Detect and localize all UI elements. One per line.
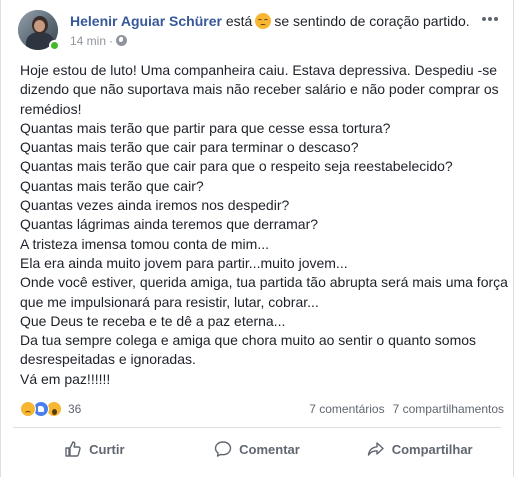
post-options-button[interactable]	[480, 12, 500, 26]
post-line: Quantas mais terão que cair para que o r…	[20, 158, 453, 175]
post-line: Ela era ainda muito jovem para partir...…	[20, 254, 348, 271]
post-line: Quantas mais terão que cair para termina…	[20, 139, 359, 156]
timestamp-link[interactable]: 14 min	[70, 34, 106, 48]
more-dot-icon	[494, 17, 498, 21]
sad-reaction-icon	[20, 401, 36, 417]
post-line: A tristeza imensa tomou conta de mim...	[20, 235, 269, 252]
feeling-text: se sentindo de coração partido.	[274, 13, 470, 29]
share-label: Compartilhar	[391, 441, 473, 457]
post-line: Da tua sempre colega e amiga que chora m…	[20, 332, 477, 368]
comment-label: Comentar	[239, 441, 300, 457]
feed-post: Helenir Aguiar Schürer está se sentindo d…	[0, 0, 514, 477]
like-button[interactable]: Curtir	[13, 432, 176, 466]
share-arrow-icon	[367, 442, 384, 456]
shares-count-link[interactable]: 7 compartilhamentos	[393, 402, 504, 416]
comment-bubble-icon	[214, 441, 232, 457]
post-title-line: Helenir Aguiar Schürer está se sentindo d…	[70, 12, 470, 30]
reaction-count: 36	[68, 402, 82, 416]
like-label: Curtir	[89, 441, 125, 457]
more-dot-icon	[488, 17, 492, 21]
post-line: Quantas mais terão que partir para que c…	[20, 119, 391, 136]
sad-face-icon	[255, 13, 272, 29]
post-line: Quantas mais terão que cair?	[20, 177, 204, 194]
thumbs-up-icon	[65, 441, 81, 457]
comments-count-link[interactable]: 7 comentários	[309, 402, 384, 416]
meta-separator: ·	[109, 34, 114, 48]
post-line: Que Deus te receba e te dê a paz eterna.…	[20, 312, 286, 329]
post-body: Hoje estou de luto! Uma companheira caiu…	[20, 61, 508, 389]
post-stats: 7 comentários 7 compartilhamentos	[309, 402, 504, 416]
post-line: Vá em paz!!!!!!	[20, 370, 111, 387]
post-line: Onde você estiver, querida amiga, tua pa…	[20, 274, 508, 310]
post-header: Helenir Aguiar Schürer está se sentindo d…	[18, 10, 503, 54]
globe-icon[interactable]	[116, 35, 128, 46]
author-name-link[interactable]: Helenir Aguiar Schürer	[70, 13, 222, 29]
verb-text: está	[225, 13, 253, 29]
post-line: Hoje estou de luto! Uma companheira caiu…	[20, 62, 499, 117]
reactions-summary[interactable]: 36	[20, 399, 81, 419]
share-button[interactable]: Compartilhar	[338, 432, 501, 466]
online-status-dot	[49, 40, 60, 51]
post-meta: 14 min ·	[70, 33, 128, 49]
post-line: Quantas vezes ainda iremos nos despedir?	[20, 197, 290, 214]
post-line: Quantas lágrimas ainda teremos que derra…	[20, 216, 319, 233]
post-actions-bar: Curtir Comentar Compartilhar	[13, 432, 501, 466]
more-dot-icon	[482, 17, 486, 21]
comment-button[interactable]: Comentar	[176, 432, 339, 466]
divider	[13, 427, 501, 428]
